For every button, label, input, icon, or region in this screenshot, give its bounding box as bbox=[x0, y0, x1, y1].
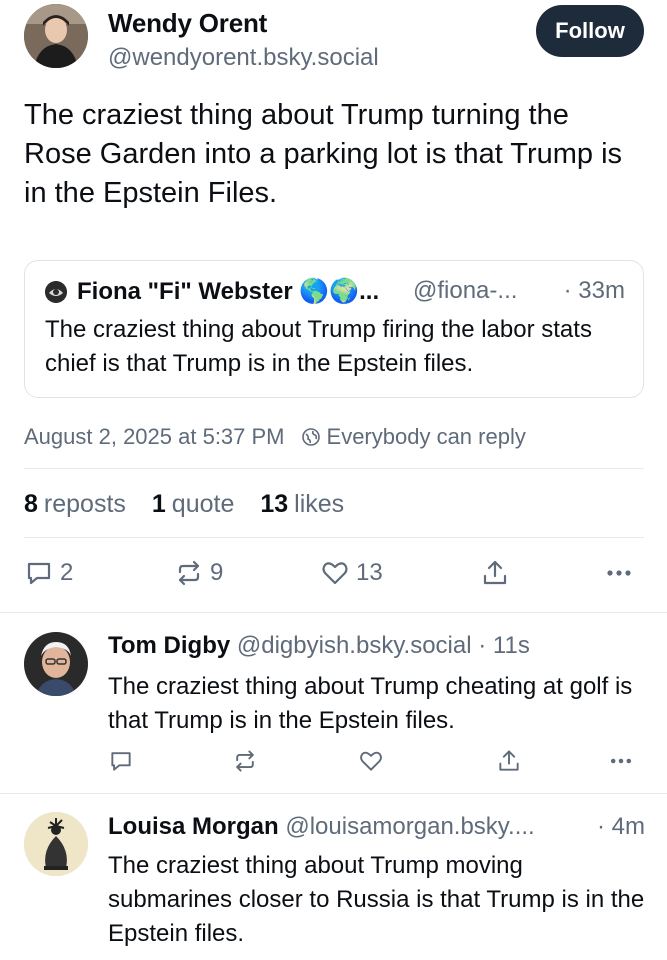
post-meta: August 2, 2025 at 5:37 PM Everybody can … bbox=[24, 424, 526, 450]
divider bbox=[0, 793, 667, 794]
likes-stat[interactable]: 13 likes bbox=[260, 490, 344, 519]
reply-button[interactable]: 2 bbox=[24, 558, 73, 588]
reply-text: The craziest thing about Trump moving su… bbox=[108, 852, 645, 947]
like-count: 13 bbox=[356, 559, 383, 586]
divider bbox=[24, 537, 644, 538]
reply-header: Tom Digby @digbyish.bsky.social · 11s bbox=[108, 632, 530, 660]
share-button[interactable] bbox=[480, 558, 510, 588]
globe-icon bbox=[301, 428, 320, 446]
repost-button[interactable]: 9 bbox=[174, 558, 223, 588]
engagement-stats: 8 reposts 1 quote 13 likes bbox=[24, 490, 370, 519]
follow-button[interactable]: Follow bbox=[536, 5, 644, 57]
reply-author-avatar[interactable] bbox=[24, 632, 88, 696]
reply-setting[interactable]: Everybody can reply bbox=[301, 424, 526, 450]
reposts-stat[interactable]: 8 reposts bbox=[24, 490, 126, 519]
more-options-button[interactable] bbox=[604, 558, 634, 588]
reply-author-name[interactable]: Tom Digby bbox=[108, 632, 230, 659]
share-icon bbox=[483, 560, 507, 585]
post-actions: 2 9 13 bbox=[24, 558, 644, 594]
reply-setting-label: Everybody can reply bbox=[326, 424, 526, 449]
repost-icon bbox=[178, 560, 200, 586]
quoted-post-text: The craziest thing about Trump firing th… bbox=[45, 316, 592, 377]
like-button[interactable]: 13 bbox=[320, 558, 383, 588]
reply-header: Louisa Morgan @louisamorgan.bsky.... bbox=[108, 813, 535, 841]
repost-icon[interactable] bbox=[232, 748, 258, 774]
reply-icon bbox=[27, 562, 51, 585]
quoted-author-avatar bbox=[45, 281, 67, 303]
quotes-stat[interactable]: 1 quote bbox=[152, 490, 234, 519]
reply-count: 2 bbox=[60, 559, 74, 586]
reply-text: The craziest thing about Trump cheating … bbox=[108, 673, 633, 734]
divider bbox=[0, 612, 667, 613]
reply-author-avatar[interactable] bbox=[24, 812, 88, 876]
reply-time: · 11s bbox=[478, 632, 530, 659]
more-icon[interactable] bbox=[608, 748, 634, 774]
quoted-author-handle: @fiona-... bbox=[413, 277, 518, 304]
quoted-author-name: Fiona "Fi" Webster 🌎🌍... bbox=[77, 278, 380, 305]
author-handle[interactable]: @wendyorent.bsky.social bbox=[108, 44, 379, 72]
post-text: The craziest thing about Trump turning t… bbox=[24, 99, 623, 209]
post-timestamp: August 2, 2025 at 5:37 PM bbox=[24, 424, 285, 449]
reply-author-handle[interactable]: @louisamorgan.bsky.... bbox=[285, 813, 534, 840]
divider bbox=[24, 468, 644, 469]
heart-icon[interactable] bbox=[358, 748, 384, 774]
reply-author-name[interactable]: Louisa Morgan bbox=[108, 813, 279, 840]
reply-author-handle[interactable]: @digbyish.bsky.social bbox=[237, 632, 472, 659]
author-avatar[interactable] bbox=[24, 4, 88, 68]
quoted-post[interactable]: Fiona "Fi" Webster 🌎🌍... @fiona-... · 33… bbox=[24, 260, 644, 398]
reply-icon[interactable] bbox=[108, 748, 134, 774]
quoted-post-time: · 33m bbox=[563, 277, 625, 304]
heart-icon bbox=[322, 562, 348, 585]
author-name[interactable]: Wendy Orent bbox=[108, 8, 267, 39]
reply-actions bbox=[108, 748, 638, 776]
reply-time: · 4m bbox=[597, 813, 645, 840]
share-icon[interactable] bbox=[496, 748, 522, 774]
more-icon bbox=[607, 570, 631, 576]
repost-count: 9 bbox=[210, 559, 224, 586]
